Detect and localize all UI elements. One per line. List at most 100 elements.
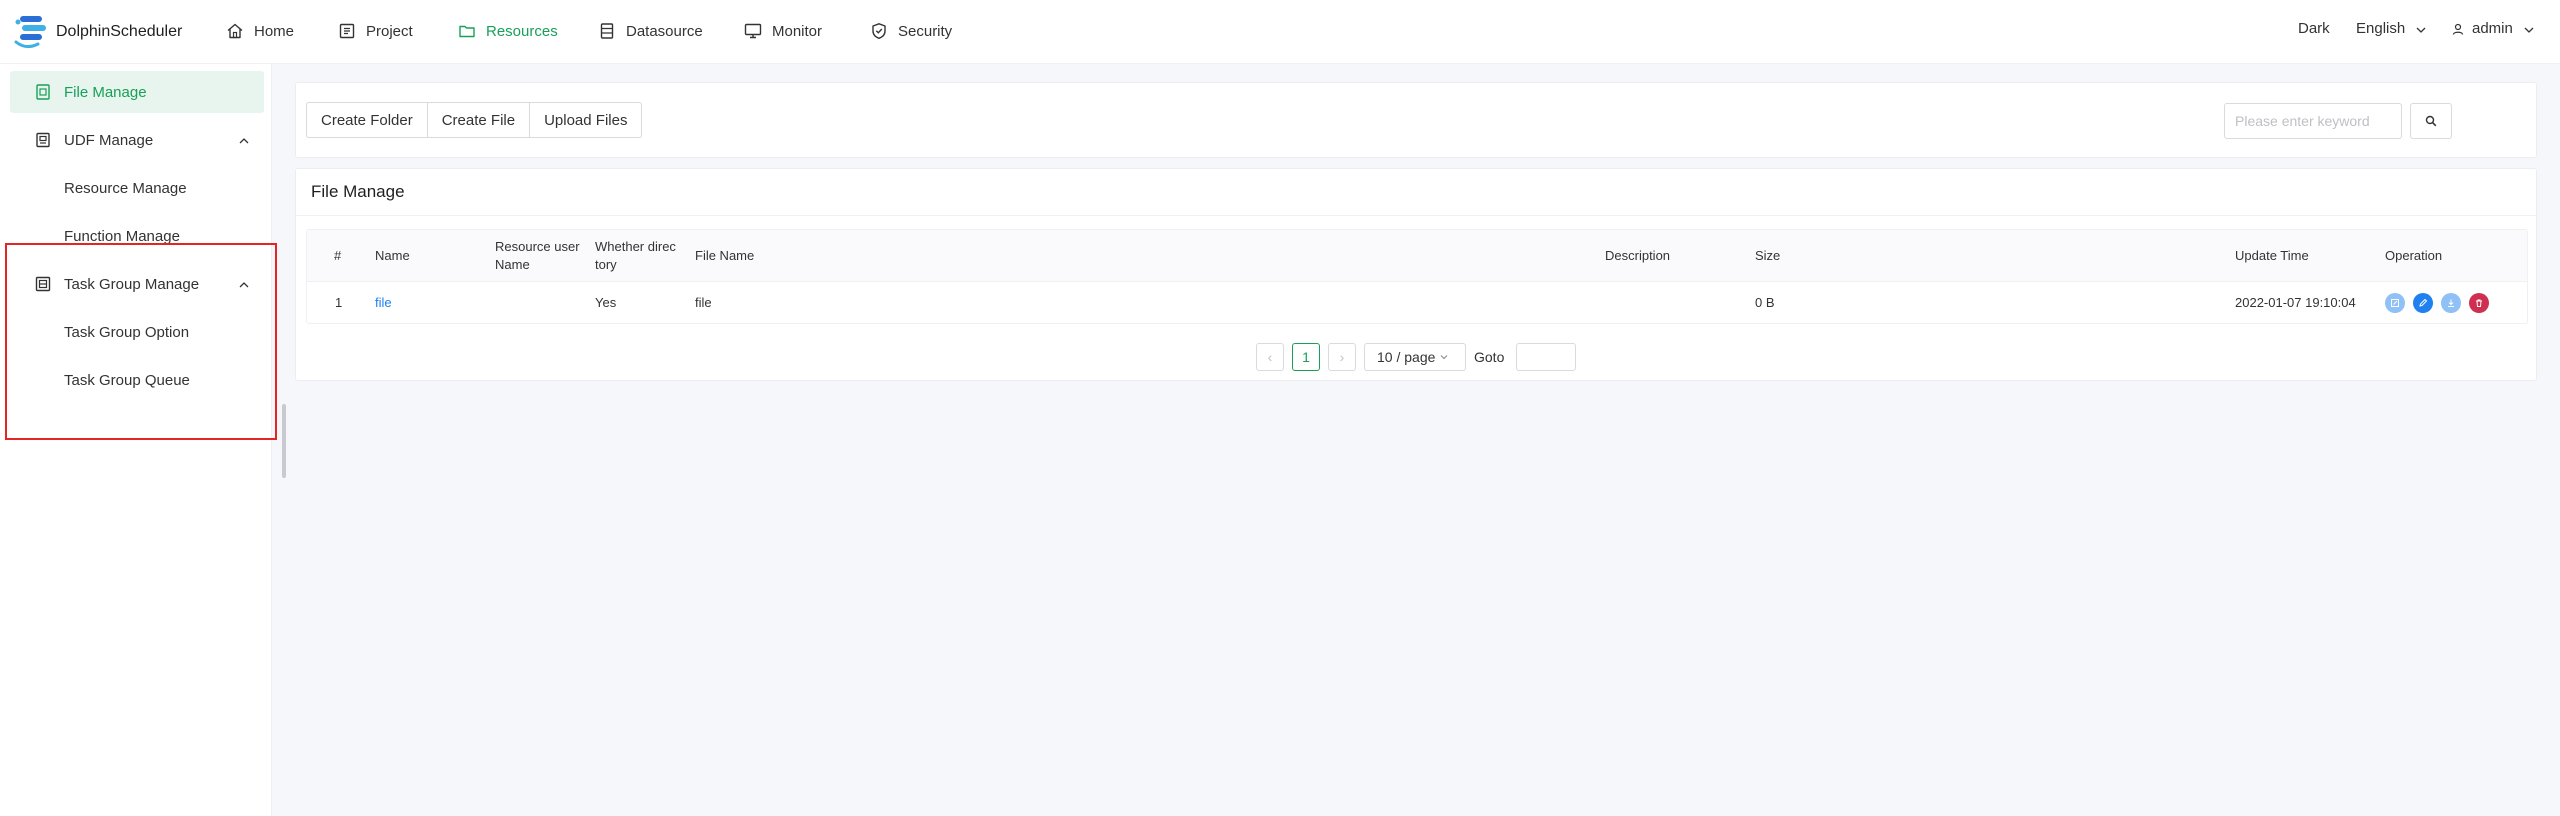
brand-name: DolphinScheduler bbox=[56, 23, 183, 40]
col-whether-directory: Whether direc tory bbox=[595, 230, 676, 282]
upload-files-button[interactable]: Upload Files bbox=[530, 102, 643, 138]
theme-toggle[interactable]: Dark bbox=[2298, 20, 2330, 37]
sidebar-item-udf-manage[interactable]: UDF Manage bbox=[10, 119, 264, 161]
rename-button[interactable] bbox=[2413, 293, 2433, 313]
download-icon bbox=[2446, 298, 2456, 308]
sidebar-item-file-manage[interactable]: File Manage bbox=[10, 71, 264, 113]
table-row: 1 file Yes file 0 B 2022-01-07 19:10:04 bbox=[307, 282, 2527, 324]
col-directory-line2: tory bbox=[595, 257, 617, 272]
monitor-icon bbox=[744, 22, 762, 40]
card-title: File Manage bbox=[296, 169, 2536, 216]
user-name: admin bbox=[2472, 20, 2513, 37]
col-file-name: File Name bbox=[695, 248, 755, 263]
action-button-group: Create Folder Create File Upload Files bbox=[306, 102, 643, 138]
home-icon bbox=[226, 22, 244, 40]
sidebar-item-task-group-queue[interactable]: Task Group Queue bbox=[10, 359, 264, 401]
language-label: English bbox=[2356, 20, 2406, 37]
col-directory-line1: Whether direc bbox=[595, 239, 676, 254]
shield-icon bbox=[870, 22, 888, 40]
sidebar-item-label: UDF Manage bbox=[64, 131, 154, 149]
col-description: Description bbox=[1605, 248, 1671, 263]
sidebar-item-task-group-manage[interactable]: Task Group Manage bbox=[10, 263, 264, 305]
file-table: # Name Resource user Name Whether direc … bbox=[306, 229, 2528, 324]
row-directory: Yes bbox=[595, 295, 617, 310]
chevron-down-icon bbox=[2523, 23, 2535, 35]
goto-page-input[interactable] bbox=[1516, 343, 1576, 371]
sidebar: File Manage UDF Manage Resource Manage F… bbox=[0, 64, 272, 816]
row-index: 1 bbox=[335, 295, 343, 310]
search-input[interactable] bbox=[2224, 103, 2402, 139]
nav-home[interactable]: Home bbox=[226, 16, 294, 46]
table-header: # Name Resource user Name Whether direc … bbox=[307, 230, 2527, 282]
goto-label: Goto bbox=[1474, 349, 1505, 365]
nav-home-label: Home bbox=[254, 22, 295, 40]
search-button[interactable] bbox=[2410, 103, 2452, 139]
nav-monitor-label: Monitor bbox=[772, 22, 823, 40]
pencil-icon bbox=[2418, 298, 2428, 308]
col-resource-user-name: Resource user Name bbox=[495, 230, 580, 282]
file-name-link[interactable]: file bbox=[375, 282, 392, 324]
toolbar-card: Create Folder Create File Upload Files bbox=[295, 82, 2537, 158]
page-size-select[interactable]: 10 / page bbox=[1364, 343, 1466, 371]
sidebar-item-label: Resource Manage bbox=[64, 179, 187, 197]
sidebar-item-label: Function Manage bbox=[64, 227, 180, 245]
delete-button[interactable] bbox=[2469, 293, 2489, 313]
col-name: Name bbox=[375, 248, 410, 263]
chevron-down-icon bbox=[2415, 23, 2427, 35]
database-icon bbox=[598, 22, 616, 40]
page-size-label: 10 / page bbox=[1377, 349, 1436, 365]
udf-manage-icon bbox=[34, 131, 52, 149]
nav-security-label: Security bbox=[898, 22, 953, 40]
logo[interactable]: DolphinScheduler bbox=[12, 12, 182, 52]
sidebar-item-label: Task Group Option bbox=[64, 323, 190, 341]
search-icon bbox=[2425, 115, 2437, 127]
col-index: # bbox=[334, 248, 342, 263]
col-size: Size bbox=[1755, 248, 1781, 263]
language-select[interactable]: English bbox=[2356, 20, 2427, 37]
sidebar-item-label: File Manage bbox=[64, 83, 147, 101]
nav-project-label: Project bbox=[366, 22, 413, 40]
nav-project[interactable]: Project bbox=[338, 16, 413, 46]
file-manage-icon bbox=[34, 83, 52, 101]
project-icon bbox=[338, 22, 356, 40]
nav-resources[interactable]: Resources bbox=[458, 16, 558, 46]
sidebar-item-label: Task Group Queue bbox=[64, 371, 190, 389]
dolphinscheduler-logo-icon bbox=[12, 12, 54, 52]
col-update-time: Update Time bbox=[2235, 248, 2309, 263]
top-navbar: DolphinScheduler Home Project Resources … bbox=[0, 0, 2560, 64]
page-1-button[interactable]: 1 bbox=[1292, 343, 1320, 371]
chevron-down-icon bbox=[1439, 352, 1449, 362]
sidebar-item-function-manage[interactable]: Function Manage bbox=[10, 215, 264, 257]
download-button[interactable] bbox=[2441, 293, 2461, 313]
task-group-icon bbox=[34, 275, 52, 293]
nav-datasource-label: Datasource bbox=[626, 22, 703, 40]
nav-monitor[interactable]: Monitor bbox=[744, 16, 822, 46]
row-operations bbox=[2385, 282, 2497, 324]
chevron-up-icon bbox=[238, 134, 250, 146]
row-size: 0 B bbox=[1755, 295, 1775, 310]
sidebar-item-resource-manage[interactable]: Resource Manage bbox=[10, 167, 264, 209]
create-file-button[interactable]: Create File bbox=[427, 102, 531, 138]
col-resource-user-line1: Resource user bbox=[495, 239, 580, 254]
edit-disabled-button[interactable] bbox=[2385, 293, 2405, 313]
sidebar-scrollbar[interactable] bbox=[282, 404, 286, 478]
sidebar-item-task-group-option[interactable]: Task Group Option bbox=[10, 311, 264, 353]
user-icon bbox=[2452, 23, 2464, 35]
chevron-up-icon bbox=[238, 278, 250, 290]
prev-page-button[interactable]: ‹ bbox=[1256, 343, 1284, 371]
nav-resources-label: Resources bbox=[486, 22, 558, 40]
row-file-name: file bbox=[695, 295, 712, 310]
sidebar-item-label: Task Group Manage bbox=[64, 275, 200, 293]
user-menu[interactable]: admin bbox=[2452, 20, 2535, 37]
next-page-button[interactable]: › bbox=[1328, 343, 1356, 371]
col-resource-user-line2: Name bbox=[495, 257, 530, 272]
col-operation: Operation bbox=[2385, 248, 2443, 263]
edit-icon bbox=[2390, 298, 2400, 308]
nav-datasource[interactable]: Datasource bbox=[598, 16, 703, 46]
nav-security[interactable]: Security bbox=[870, 16, 952, 46]
row-update-time: 2022-01-07 19:10:04 bbox=[2235, 295, 2356, 310]
folder-icon bbox=[458, 22, 476, 40]
theme-label: Dark bbox=[2298, 20, 2330, 37]
trash-icon bbox=[2474, 298, 2484, 308]
create-folder-button[interactable]: Create Folder bbox=[306, 102, 428, 138]
